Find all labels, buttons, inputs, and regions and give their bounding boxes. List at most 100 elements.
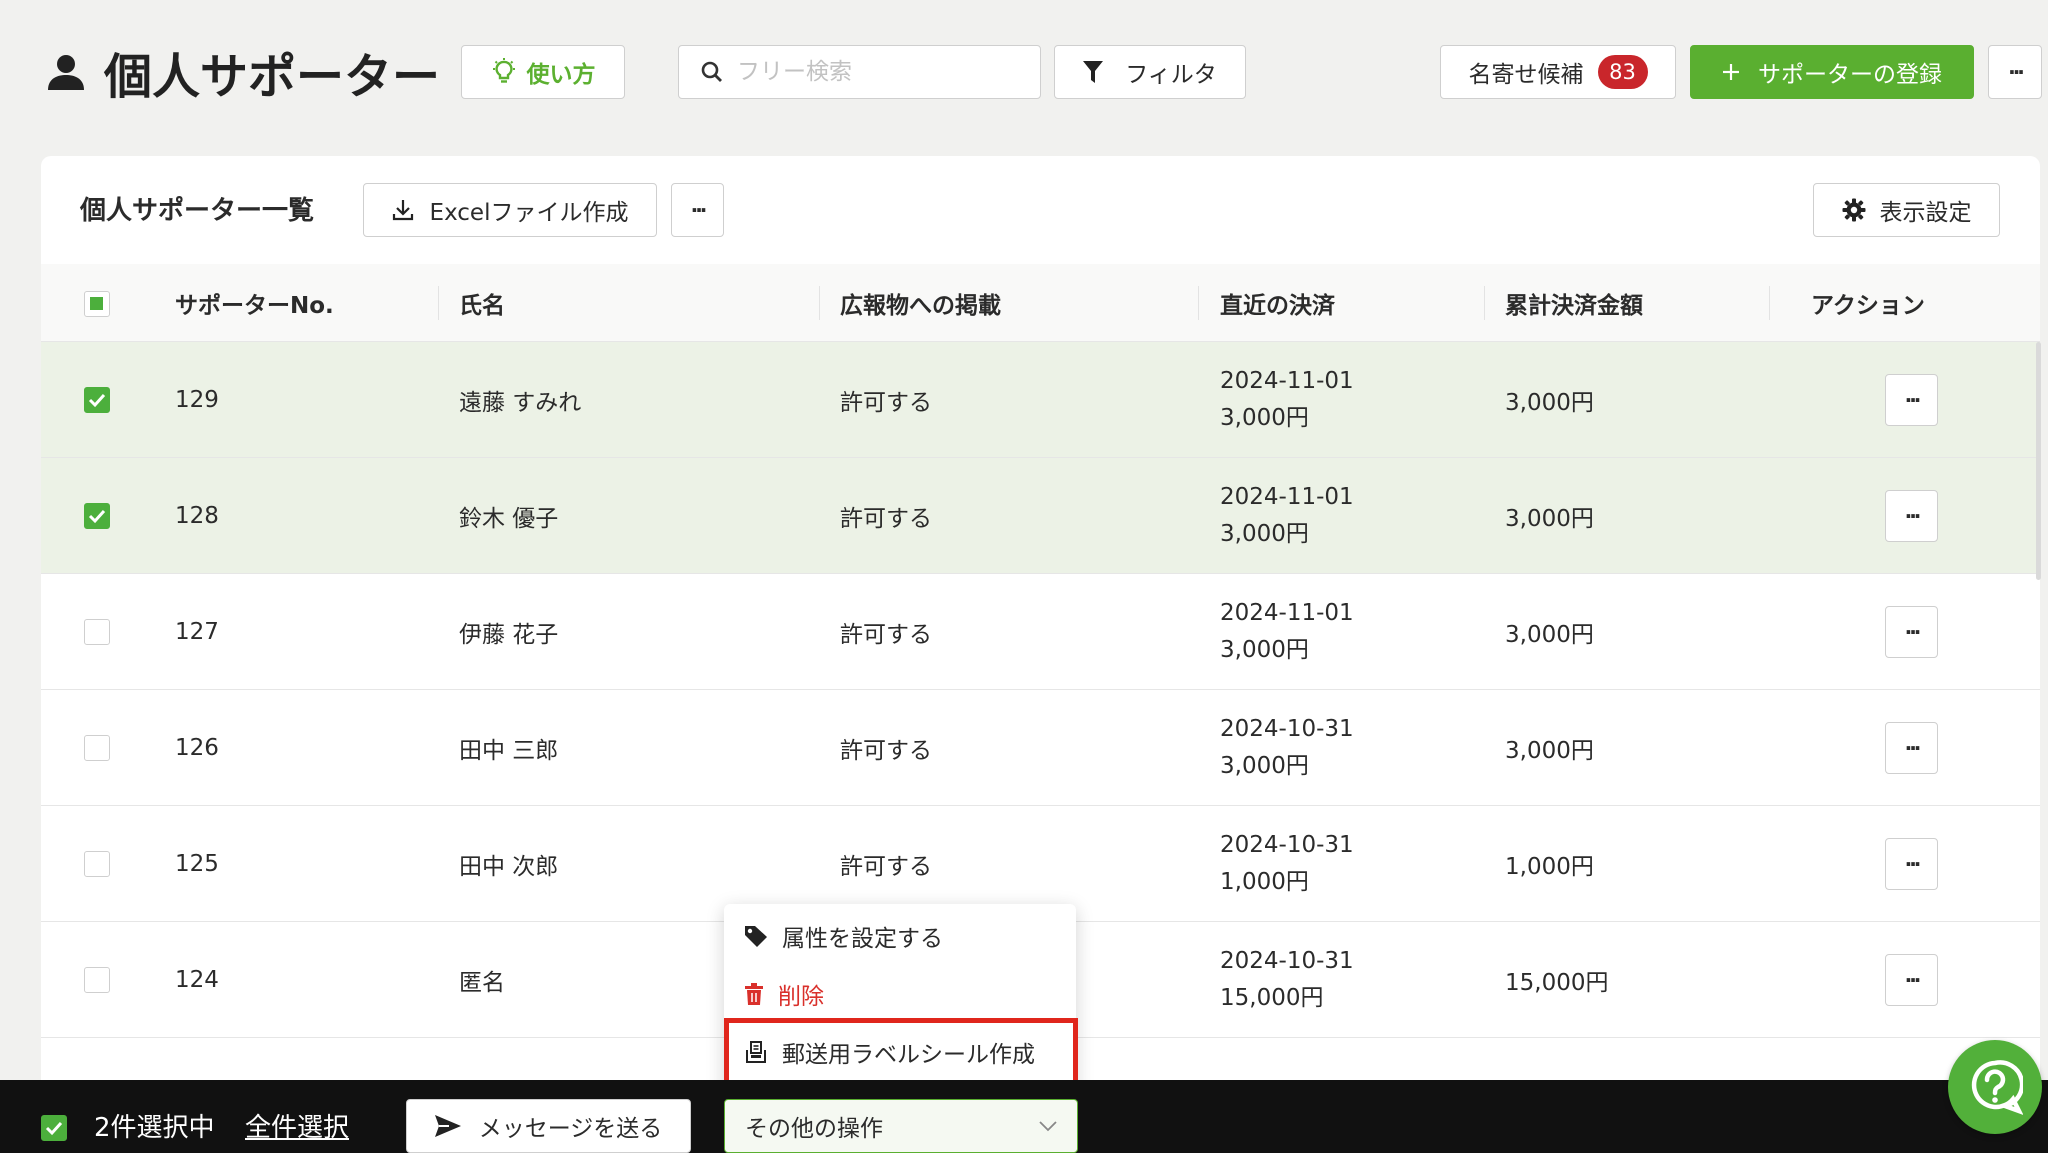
more-icon: ··· — [1904, 620, 1922, 644]
cell-name: 遠藤 すみれ — [459, 390, 582, 416]
table-row[interactable]: 128 鈴木 優子 許可する 2024-11-01 3,000円 3,000円 ··· — [41, 458, 2040, 574]
row-action-button[interactable]: ··· — [1885, 838, 1938, 890]
cell-last-payment: 2024-10-31 15,000円 — [1220, 922, 1354, 1038]
dedupe-candidates-button[interactable]: 名寄せ候補 83 — [1440, 45, 1676, 99]
column-header-name[interactable]: 氏名 — [459, 264, 505, 342]
last-payment-date: 2024-11-01 — [1220, 484, 1354, 510]
cell-name: 田中 次郎 — [459, 854, 559, 880]
search-box[interactable] — [678, 45, 1041, 99]
row-action-button[interactable]: ··· — [1885, 954, 1938, 1006]
display-settings-label: 表示設定 — [1879, 200, 1972, 226]
page-title: 個人サポーター — [46, 36, 440, 108]
dedupe-count-badge: 83 — [1597, 55, 1648, 89]
chevron-down-icon — [1039, 1121, 1057, 1132]
cell-total-amount: 3,000円 — [1505, 506, 1594, 532]
cell-total-amount: 3,000円 — [1505, 738, 1594, 764]
more-icon: ··· — [1904, 504, 1922, 528]
cell-supporter-no: 124 — [175, 967, 219, 993]
filter-icon — [1083, 61, 1104, 83]
display-settings-button[interactable]: 表示設定 — [1813, 183, 2000, 237]
list-title: 個人サポーター一覧 — [80, 196, 315, 226]
plus-icon — [1723, 64, 1739, 80]
column-header-total-amount[interactable]: 累計決済金額 — [1505, 264, 1643, 342]
help-chat-button[interactable] — [1948, 1040, 2042, 1134]
select-all-link[interactable]: 全件選択 — [245, 1107, 349, 1144]
last-payment-date: 2024-10-31 — [1220, 832, 1354, 858]
menu-item-mailing-label[interactable]: 郵送用ラベルシール作成 — [744, 1032, 1035, 1072]
lightbulb-icon — [492, 58, 515, 83]
cell-last-payment: 2024-11-01 3,000円 — [1220, 574, 1354, 690]
excel-export-button[interactable]: Excelファイル作成 — [363, 183, 657, 237]
last-payment-amount: 3,000円 — [1220, 405, 1309, 431]
last-payment-amount: 1,000円 — [1220, 869, 1309, 895]
trash-icon — [745, 983, 763, 1005]
send-message-button[interactable]: メッセージを送る — [406, 1099, 691, 1153]
table-row[interactable]: 129 遠藤 すみれ 許可する 2024-11-01 3,000円 3,000円 ··· — [41, 342, 2040, 458]
row-checkbox[interactable] — [84, 503, 110, 529]
other-actions-select[interactable]: その他の操作 — [724, 1099, 1078, 1153]
last-payment-date: 2024-10-31 — [1220, 948, 1354, 974]
header-more-button[interactable]: ··· — [1988, 45, 2042, 99]
more-icon: ··· — [690, 198, 708, 222]
last-payment-amount: 3,000円 — [1220, 753, 1309, 779]
filter-button[interactable]: フィルタ — [1054, 45, 1246, 99]
bulk-select-checkbox[interactable] — [41, 1115, 67, 1141]
menu-item-delete[interactable]: 削除 — [744, 974, 824, 1014]
cell-publicity: 許可する — [840, 390, 932, 416]
row-action-button[interactable]: ··· — [1885, 722, 1938, 774]
last-payment-amount: 3,000円 — [1220, 637, 1309, 663]
search-input[interactable] — [737, 59, 1017, 85]
row-action-button[interactable]: ··· — [1885, 606, 1938, 658]
cell-total-amount: 3,000円 — [1505, 390, 1594, 416]
dedupe-label: 名寄せ候補 — [1468, 62, 1584, 88]
cell-total-amount: 3,000円 — [1505, 622, 1594, 648]
label-print-icon — [746, 1041, 766, 1063]
register-supporter-button[interactable]: サポーターの登録 — [1690, 45, 1974, 99]
other-actions-menu: 属性を設定する 削除 郵送用ラベルシール作成 — [724, 904, 1076, 1098]
cell-name: 伊藤 花子 — [459, 622, 559, 648]
cell-last-payment: 2024-11-01 3,000円 — [1220, 342, 1354, 458]
help-button[interactable]: 使い方 — [461, 45, 625, 99]
cell-last-payment: 2024-10-31 1,000円 — [1220, 806, 1354, 922]
chat-question-icon — [1971, 1060, 2023, 1115]
row-action-button[interactable]: ··· — [1885, 490, 1938, 542]
cell-supporter-no: 126 — [175, 735, 219, 761]
more-icon: ··· — [2008, 60, 2025, 84]
row-checkbox[interactable] — [84, 851, 110, 877]
last-payment-date: 2024-11-01 — [1220, 600, 1354, 626]
row-checkbox[interactable] — [84, 619, 110, 645]
row-checkbox[interactable] — [84, 387, 110, 413]
cell-publicity: 許可する — [840, 506, 932, 532]
cell-name: 匿名 — [459, 970, 505, 996]
last-payment-amount: 15,000円 — [1220, 985, 1324, 1011]
cell-last-payment: 2024-11-01 3,000円 — [1220, 458, 1354, 574]
more-icon: ··· — [1904, 968, 1922, 992]
column-header-publicity[interactable]: 広報物への掲載 — [840, 264, 1001, 342]
select-all-checkbox[interactable] — [84, 291, 110, 317]
cell-supporter-no: 128 — [175, 503, 219, 529]
check-icon — [88, 393, 106, 408]
menu-item-set-attributes[interactable]: 属性を設定する — [744, 916, 943, 956]
row-action-button[interactable]: ··· — [1885, 374, 1938, 426]
column-header-supporter-no[interactable]: サポーターNo. — [175, 264, 334, 342]
table-header: サポーターNo. 氏名 広報物への掲載 直近の決済 累計決済金額 アクション — [41, 264, 2040, 342]
cell-publicity: 許可する — [840, 738, 932, 764]
table-scrollbar[interactable] — [2036, 342, 2041, 580]
table-row[interactable]: 127 伊藤 花子 許可する 2024-11-01 3,000円 3,000円 ··· — [41, 574, 2040, 690]
gear-icon — [1842, 198, 1865, 222]
row-checkbox[interactable] — [84, 967, 110, 993]
cell-supporter-no: 127 — [175, 619, 219, 645]
row-checkbox[interactable] — [84, 735, 110, 761]
last-payment-date: 2024-11-01 — [1220, 368, 1354, 394]
table-row[interactable]: 126 田中 三郎 許可する 2024-10-31 3,000円 3,000円 ··· — [41, 690, 2040, 806]
cell-supporter-no: 129 — [175, 387, 219, 413]
help-label: 使い方 — [526, 62, 596, 88]
cell-total-amount: 15,000円 — [1505, 970, 1609, 996]
more-icon: ··· — [1904, 388, 1922, 412]
tag-icon — [745, 926, 767, 947]
column-header-last-payment[interactable]: 直近の決済 — [1220, 264, 1335, 342]
excel-label: Excelファイル作成 — [429, 200, 629, 226]
filter-label: フィルタ — [1125, 62, 1217, 88]
last-payment-date: 2024-10-31 — [1220, 716, 1354, 742]
list-more-button[interactable]: ··· — [671, 183, 724, 237]
